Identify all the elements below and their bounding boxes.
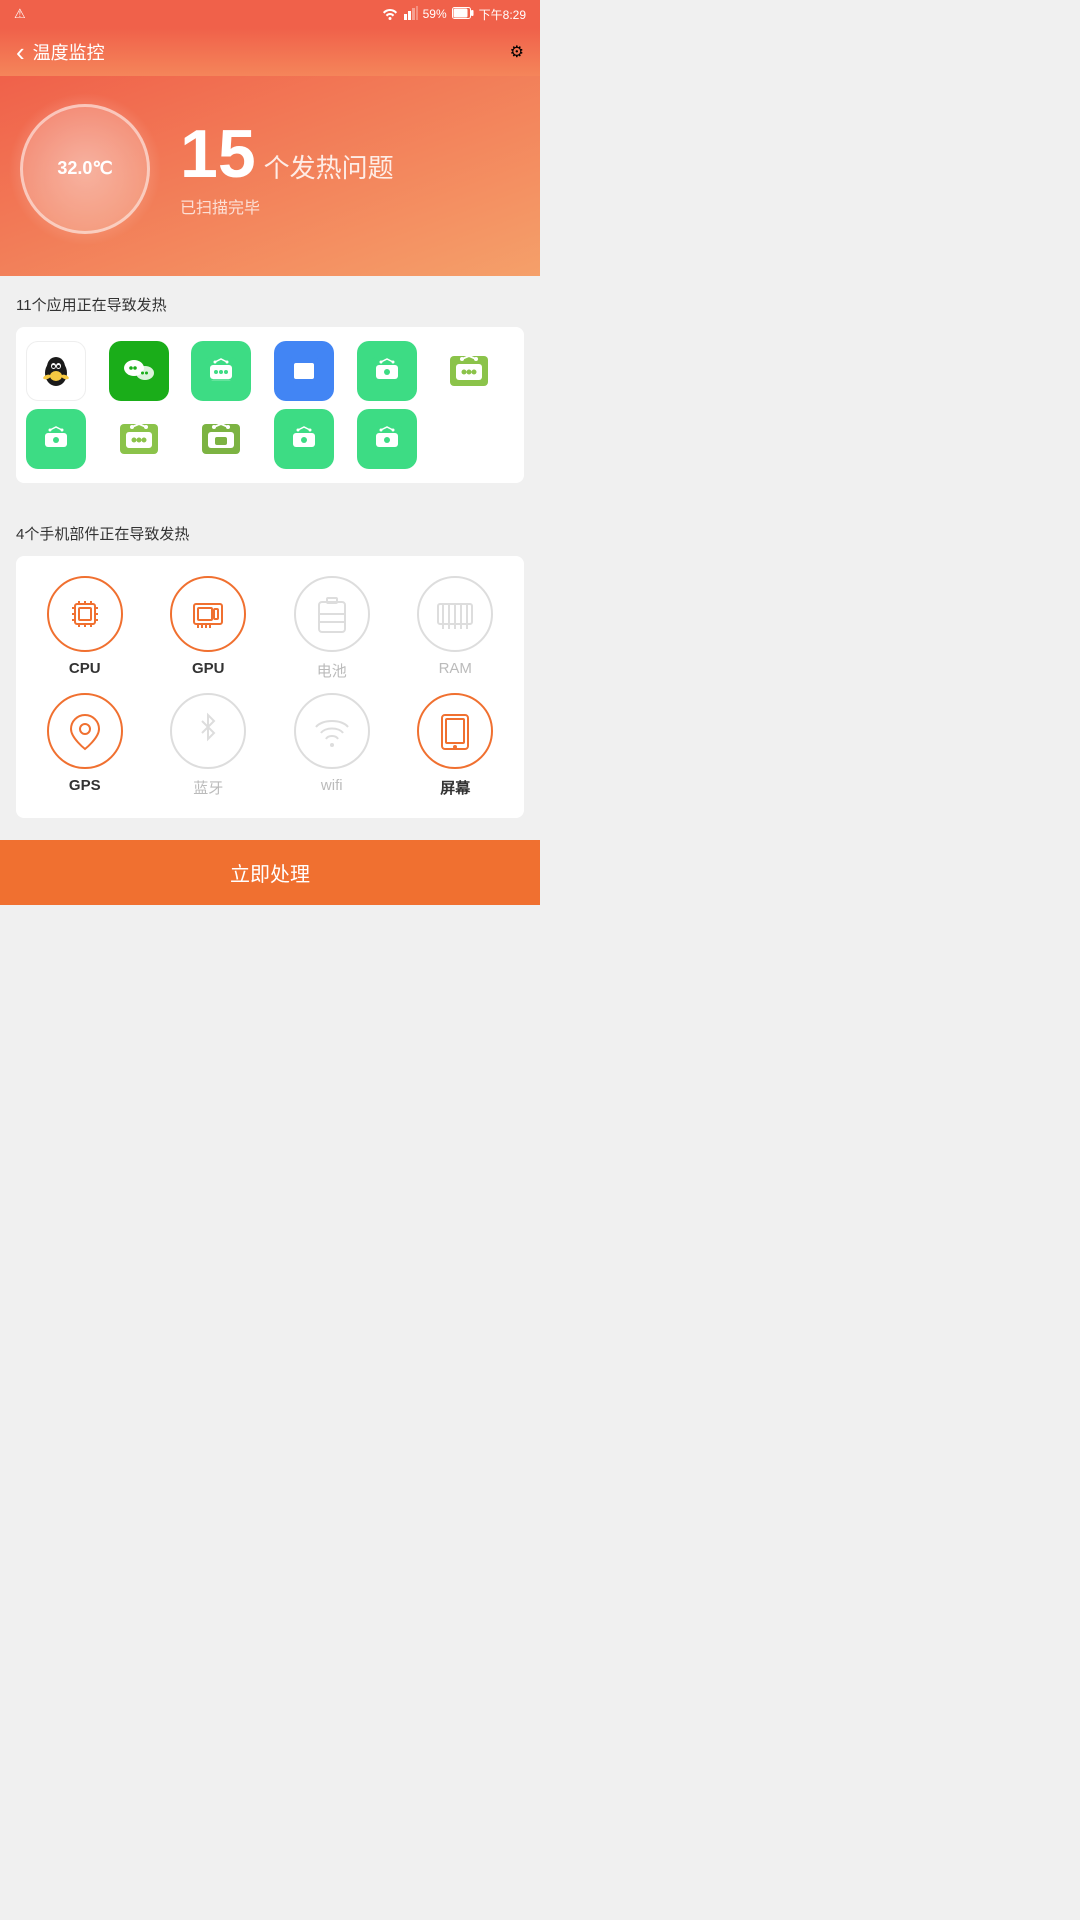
temperature-circle-wrap: 32.0℃ xyxy=(20,104,150,234)
app-icon-android1[interactable] xyxy=(191,341,251,401)
apps-section-title: 11个应用正在导致发热 xyxy=(16,294,524,315)
wifi-circle xyxy=(294,693,370,769)
app-icon-android5[interactable] xyxy=(357,409,417,469)
app-icon-android-plain1[interactable] xyxy=(439,341,499,401)
components-section-title: 4个手机部件正在导致发热 xyxy=(16,523,524,544)
bluetooth-circle xyxy=(170,693,246,769)
wifi-label: wifi xyxy=(321,777,343,794)
component-grid: CPU GPU xyxy=(26,570,514,804)
app-icon-android4[interactable] xyxy=(274,409,334,469)
header: ‹ 温度监控 ⚙ xyxy=(0,28,540,76)
app-grid xyxy=(26,341,514,469)
app-icon-android-plain3[interactable] xyxy=(191,409,251,469)
hero-text: 15 个发热问题 已扫描完毕 xyxy=(180,120,394,218)
app-icon-wechat[interactable] xyxy=(109,341,169,401)
cpu-label: CPU xyxy=(69,660,101,677)
screen-circle xyxy=(417,693,493,769)
gps-label: GPS xyxy=(69,777,101,794)
comp-screen[interactable]: 屏幕 xyxy=(397,693,515,798)
battery-pct: 59% xyxy=(423,7,447,21)
gpu-circle xyxy=(170,576,246,652)
issue-count: 15 xyxy=(180,120,256,188)
hero-section: 32.0℃ 15 个发热问题 已扫描完毕 xyxy=(0,76,540,276)
comp-gps[interactable]: GPS xyxy=(26,693,144,798)
warning-icon: ⚠ xyxy=(14,6,26,22)
comp-bluetooth[interactable]: 蓝牙 xyxy=(150,693,268,798)
status-bar: ⚠ 59% 下午8:29 xyxy=(0,0,540,28)
app-icon-android-plain2[interactable] xyxy=(109,409,169,469)
apps-card xyxy=(16,327,524,483)
action-button[interactable]: 立即处理 xyxy=(0,840,540,905)
battery-icon xyxy=(452,7,474,22)
screen-label: 屏幕 xyxy=(440,777,470,798)
cpu-circle xyxy=(47,576,123,652)
temperature-value: 32.0℃ xyxy=(57,158,112,179)
bluetooth-label: 蓝牙 xyxy=(193,777,223,798)
gps-circle xyxy=(47,693,123,769)
temperature-circle: 32.0℃ xyxy=(20,104,150,234)
battery-label: 电池 xyxy=(317,660,347,681)
comp-wifi[interactable]: wifi xyxy=(273,693,391,798)
action-button-label: 立即处理 xyxy=(230,864,310,886)
apps-section: 11个应用正在导致发热 xyxy=(0,276,540,505)
comp-ram[interactable]: RAM xyxy=(397,576,515,681)
back-button[interactable]: ‹ xyxy=(16,37,25,68)
ram-circle xyxy=(417,576,493,652)
app-icon-android-blue[interactable] xyxy=(274,341,334,401)
wifi-icon xyxy=(381,6,399,23)
issue-suffix: 个发热问题 xyxy=(264,148,394,185)
comp-gpu[interactable]: GPU xyxy=(150,576,268,681)
components-card: CPU GPU xyxy=(16,556,524,818)
components-section: 4个手机部件正在导致发热 CPU xyxy=(0,505,540,840)
scan-status: 已扫描完毕 xyxy=(180,194,394,218)
comp-battery[interactable]: 电池 xyxy=(273,576,391,681)
ram-label: RAM xyxy=(439,660,472,677)
app-icon-android2[interactable] xyxy=(357,341,417,401)
page-title: 温度监控 xyxy=(33,39,105,65)
comp-cpu[interactable]: CPU xyxy=(26,576,144,681)
time: 下午8:29 xyxy=(479,6,526,23)
settings-button[interactable]: ⚙ xyxy=(510,42,524,62)
signal-icon xyxy=(404,6,418,23)
app-icon-android3[interactable] xyxy=(26,409,86,469)
battery-circle xyxy=(294,576,370,652)
gpu-label: GPU xyxy=(192,660,225,677)
app-icon-qq[interactable] xyxy=(26,341,86,401)
